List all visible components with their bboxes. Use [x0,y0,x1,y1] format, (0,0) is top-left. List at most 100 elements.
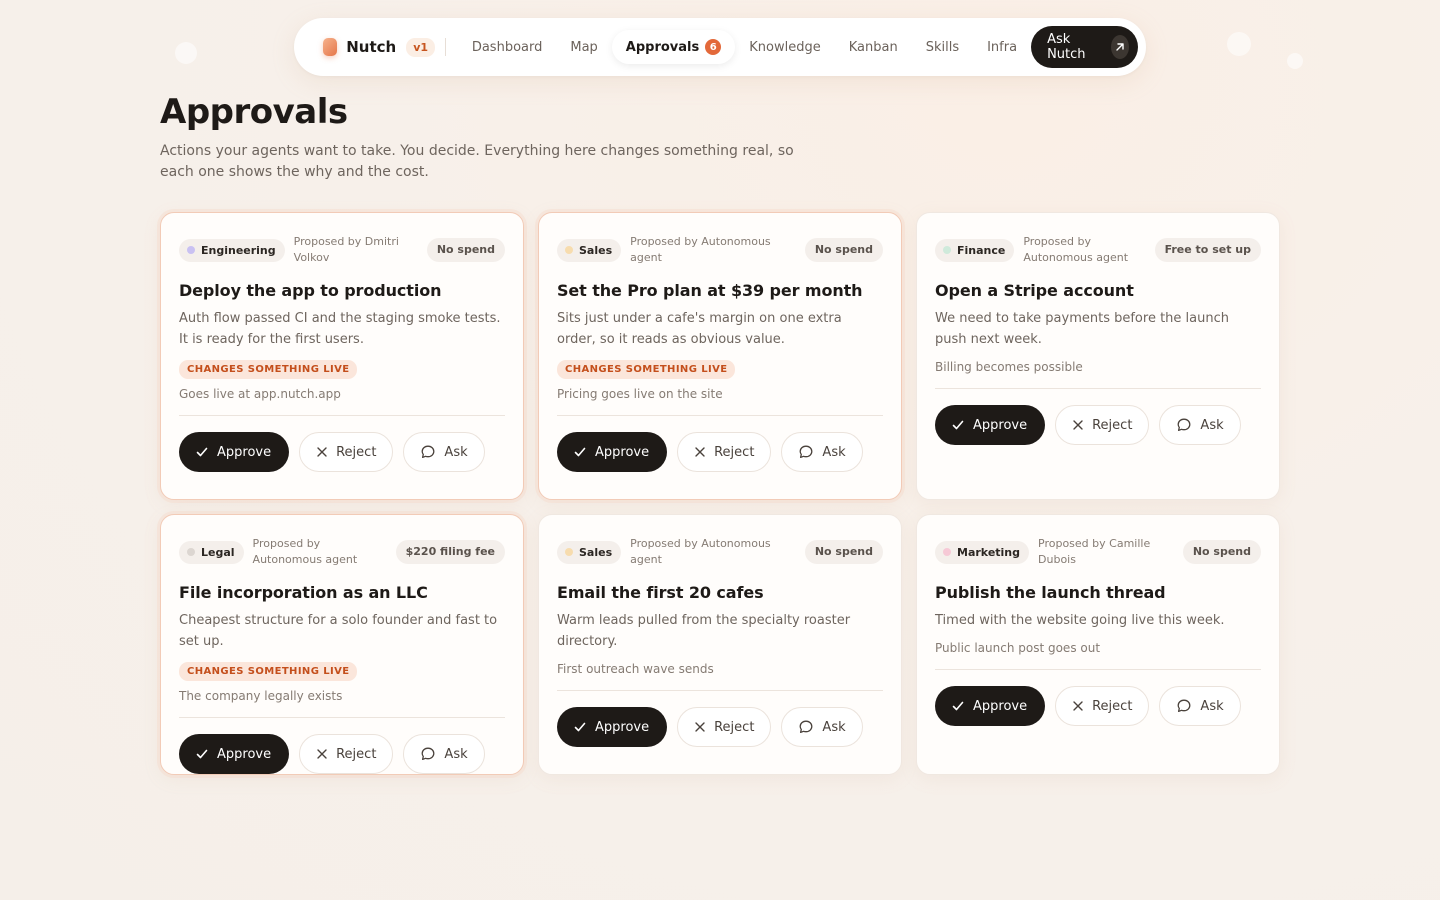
nav-item-skills[interactable]: Skills [912,31,973,64]
nav-item-approvals[interactable]: Approvals 6 [611,30,736,64]
chat-bubble-icon [798,444,814,460]
reject-label: Reject [714,719,755,735]
reject-button[interactable]: Reject [299,734,394,774]
category-dot-icon [565,548,573,556]
ask-label: Ask [1200,417,1224,433]
card-divider [557,415,883,416]
card-actions: Approve Reject Ask [935,405,1261,445]
card-meta: Sales Proposed by Autonomous agent No sp… [557,231,883,269]
approve-label: Approve [217,444,272,460]
approve-button[interactable]: Approve [179,432,290,472]
category-dot-icon [187,548,195,556]
card-actions: Approve Reject Ask [935,686,1261,726]
nav-item-map[interactable]: Map [556,31,611,64]
chat-bubble-icon [1176,417,1192,433]
effect-row: Public launch post goes out [935,641,1261,655]
reject-button[interactable]: Reject [1055,405,1150,445]
category-tag: Engineering [179,238,285,262]
approve-button[interactable]: Approve [179,734,290,774]
category-label: Legal [201,545,235,559]
approve-label: Approve [217,746,272,762]
effect-text: Goes live at app.nutch.app [179,387,341,401]
category-label: Marketing [957,545,1021,559]
close-icon [694,446,706,458]
nav-item-kanban[interactable]: Kanban [835,31,912,64]
effect-row: CHANGES SOMETHING LIVE Goes live at app.… [179,360,505,401]
ask-button[interactable]: Ask [1159,686,1241,726]
category-label: Sales [579,545,613,559]
approve-label: Approve [973,417,1028,433]
card-meta: Marketing Proposed by Camille Dubois No … [935,533,1261,571]
card-meta: Engineering Proposed by Dmitri Volkov No… [179,231,505,269]
reject-label: Reject [336,444,377,460]
card-description: Sits just under a cafe's margin on one e… [557,311,842,347]
ask-label: Ask [822,444,846,460]
brand-name: Nutch [346,38,397,56]
check-icon [951,699,965,713]
version-badge: v1 [406,37,436,57]
approval-card: Engineering Proposed by Dmitri Volkov No… [160,212,524,500]
close-icon [1072,700,1084,712]
effect-text: Public launch post goes out [935,641,1101,655]
live-badge: CHANGES SOMETHING LIVE [557,360,736,379]
top-nav: Nutch v1 Dashboard Map Approvals 6 Knowl… [294,18,1146,76]
category-tag: Sales [557,238,622,262]
reject-button[interactable]: Reject [1055,686,1150,726]
ask-button[interactable]: Ask [1159,405,1241,445]
reject-button[interactable]: Reject [299,432,394,472]
nav-item-dashboard[interactable]: Dashboard [458,31,557,64]
category-label: Sales [579,243,613,257]
approve-button[interactable]: Approve [935,686,1046,726]
cost-badge: $220 filing fee [395,540,505,564]
category-dot-icon [565,246,573,254]
reject-button[interactable]: Reject [677,707,772,747]
approve-button[interactable]: Approve [557,707,668,747]
card-divider [179,415,505,416]
nav-item-knowledge[interactable]: Knowledge [735,31,834,64]
decor-dot [1227,32,1251,56]
ask-button[interactable]: Ask [781,432,863,472]
chat-bubble-icon [1176,698,1192,714]
chat-bubble-icon [798,719,814,735]
ask-button[interactable]: Ask [403,734,485,774]
close-icon [316,748,328,760]
ask-nutch-button[interactable]: Ask Nutch [1031,26,1139,68]
close-icon [316,446,328,458]
card-title: Email the first 20 cafes [557,583,764,602]
proposed-by: Proposed by Dmitri Volkov [293,235,399,264]
nav-item-label: Approvals [625,39,700,55]
approve-button[interactable]: Approve [557,432,668,472]
cost-badge: No spend [804,540,883,564]
ask-label: Ask [444,444,468,460]
close-icon [1072,419,1084,431]
approval-card: Finance Proposed by Autonomous agent Fre… [916,212,1280,500]
nutch-logo-icon [323,38,338,56]
cost-badge: No spend [1182,540,1261,564]
effect-text: Billing becomes possible [935,360,1083,374]
card-meta: Finance Proposed by Autonomous agent Fre… [935,231,1261,269]
reject-button[interactable]: Reject [677,432,772,472]
proposed-by: Proposed by Autonomous agent [630,537,771,566]
category-label: Finance [957,243,1006,257]
page-title: Approvals [160,92,348,132]
proposed-by: Proposed by Autonomous agent [252,537,358,566]
effect-row: First outreach wave sends [557,662,883,676]
proposed-by: Proposed by Autonomous agent [630,235,771,264]
category-tag: Sales [557,540,622,564]
approve-label: Approve [595,444,650,460]
effect-row: CHANGES SOMETHING LIVE The company legal… [179,662,505,703]
check-icon [951,418,965,432]
cost-badge: Free to set up [1154,238,1261,262]
ask-button[interactable]: Ask [403,432,485,472]
ask-button[interactable]: Ask [781,707,863,747]
nav-item-infra[interactable]: Infra [973,31,1031,64]
approve-label: Approve [973,698,1028,714]
category-tag: Finance [935,238,1015,262]
card-description: Timed with the website going live this w… [935,613,1225,628]
live-badge: CHANGES SOMETHING LIVE [179,662,358,681]
decor-dot [175,42,197,64]
approve-button[interactable]: Approve [935,405,1046,445]
approval-card: Legal Proposed by Autonomous agent $220 … [160,514,524,775]
ask-label: Ask [822,719,846,735]
cost-badge: No spend [804,238,883,262]
